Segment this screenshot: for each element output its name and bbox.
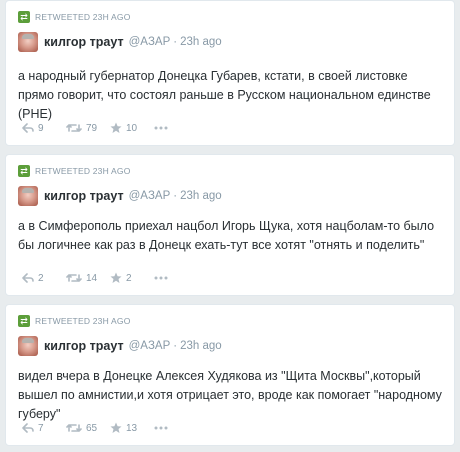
author-handle[interactable]: @AЗAP: [129, 36, 171, 48]
retweet-count: 65: [86, 422, 98, 434]
favorite-star-icon: [110, 272, 122, 283]
retweet-count: 79: [86, 122, 98, 134]
tweet-text: видел вчера в Донецке Алексея Худякова и…: [18, 369, 442, 421]
retweet-label: RETWEETED 23H AGO: [35, 166, 131, 176]
retweet-context: ⇄ RETWEETED 23H AGO: [18, 313, 131, 329]
reply-count: 7: [38, 422, 44, 434]
author-name[interactable]: килгор траут: [44, 339, 124, 353]
tweet-header: килгор траут @AЗAP · 23h ago: [18, 185, 222, 207]
tweet-text: а народный губернатор Донецка Губарев, к…: [18, 69, 431, 121]
separator-dot: ·: [173, 190, 178, 202]
reply-button[interactable]: 2: [22, 273, 66, 284]
retweet-label: RETWEETED 23H AGO: [35, 316, 131, 326]
reply-icon: [22, 123, 34, 133]
reply-count: 9: [38, 122, 44, 134]
avatar[interactable]: [18, 186, 38, 206]
retweet-icon: [66, 424, 82, 432]
favorite-star-icon: [110, 122, 122, 133]
tweet-actions: 9 79 10: [22, 121, 174, 135]
favorite-button[interactable]: 2: [110, 272, 154, 284]
reply-button[interactable]: 7: [22, 423, 66, 434]
tweet-text: а в Симферополь приехал нацбол Игорь Щук…: [18, 219, 435, 252]
retweet-badge-icon: ⇄: [18, 315, 30, 327]
more-dots-icon: [154, 426, 168, 430]
separator-dot: ·: [173, 340, 178, 352]
retweet-button[interactable]: 65: [66, 423, 110, 434]
reply-button[interactable]: 9: [22, 123, 66, 134]
author-handle[interactable]: @AЗAP: [129, 190, 171, 202]
retweet-button[interactable]: 79: [66, 123, 110, 134]
retweet-icon: [66, 274, 82, 282]
tweet-card[interactable]: ⇄ RETWEETED 23H AGO килгор траут @AЗAP ·…: [5, 154, 455, 296]
favorite-count: 2: [126, 272, 132, 284]
separator-dot: ·: [173, 36, 178, 48]
reply-icon: [22, 273, 34, 283]
tweet-card[interactable]: ⇄ RETWEETED 23H AGO килгор траут @AЗAP ·…: [5, 0, 455, 146]
reply-icon: [22, 423, 34, 433]
retweet-context: ⇄ RETWEETED 23H AGO: [18, 9, 131, 25]
tweet-actions: 7 65 13: [22, 421, 174, 435]
reply-count: 2: [38, 272, 44, 284]
favorite-button[interactable]: 10: [110, 122, 154, 134]
favorite-count: 13: [126, 422, 138, 434]
timestamp[interactable]: 23h ago: [180, 36, 222, 48]
tweet-actions: 2 14 2: [22, 271, 174, 285]
timestamp[interactable]: 23h ago: [180, 190, 222, 202]
more-button[interactable]: [154, 426, 174, 430]
retweet-label: RETWEETED 23H AGO: [35, 12, 131, 22]
retweet-badge-icon: ⇄: [18, 11, 30, 23]
author-name[interactable]: килгор траут: [44, 35, 124, 49]
tweet-header: килгор траут @AЗAP · 23h ago: [18, 31, 222, 53]
retweet-count: 14: [86, 272, 98, 284]
favorite-star-icon: [110, 422, 122, 433]
avatar[interactable]: [18, 336, 38, 356]
more-button[interactable]: [154, 126, 174, 130]
more-button[interactable]: [154, 276, 174, 280]
retweet-badge-icon: ⇄: [18, 165, 30, 177]
tweet-feed: ⇄ RETWEETED 23H AGO килгор траут @AЗAP ·…: [0, 0, 460, 452]
tweet-card[interactable]: ⇄ RETWEETED 23H AGO килгор траут @AЗAP ·…: [5, 304, 455, 446]
retweet-context: ⇄ RETWEETED 23H AGO: [18, 163, 131, 179]
tweet-header: килгор траут @AЗAP · 23h ago: [18, 335, 222, 357]
favorite-button[interactable]: 13: [110, 422, 154, 434]
author-name[interactable]: килгор траут: [44, 189, 124, 203]
retweet-button[interactable]: 14: [66, 273, 110, 284]
favorite-count: 10: [126, 122, 138, 134]
more-dots-icon: [154, 276, 168, 280]
avatar[interactable]: [18, 32, 38, 52]
more-dots-icon: [154, 126, 168, 130]
retweet-icon: [66, 124, 82, 132]
timestamp[interactable]: 23h ago: [180, 340, 222, 352]
author-handle[interactable]: @AЗAP: [129, 340, 171, 352]
